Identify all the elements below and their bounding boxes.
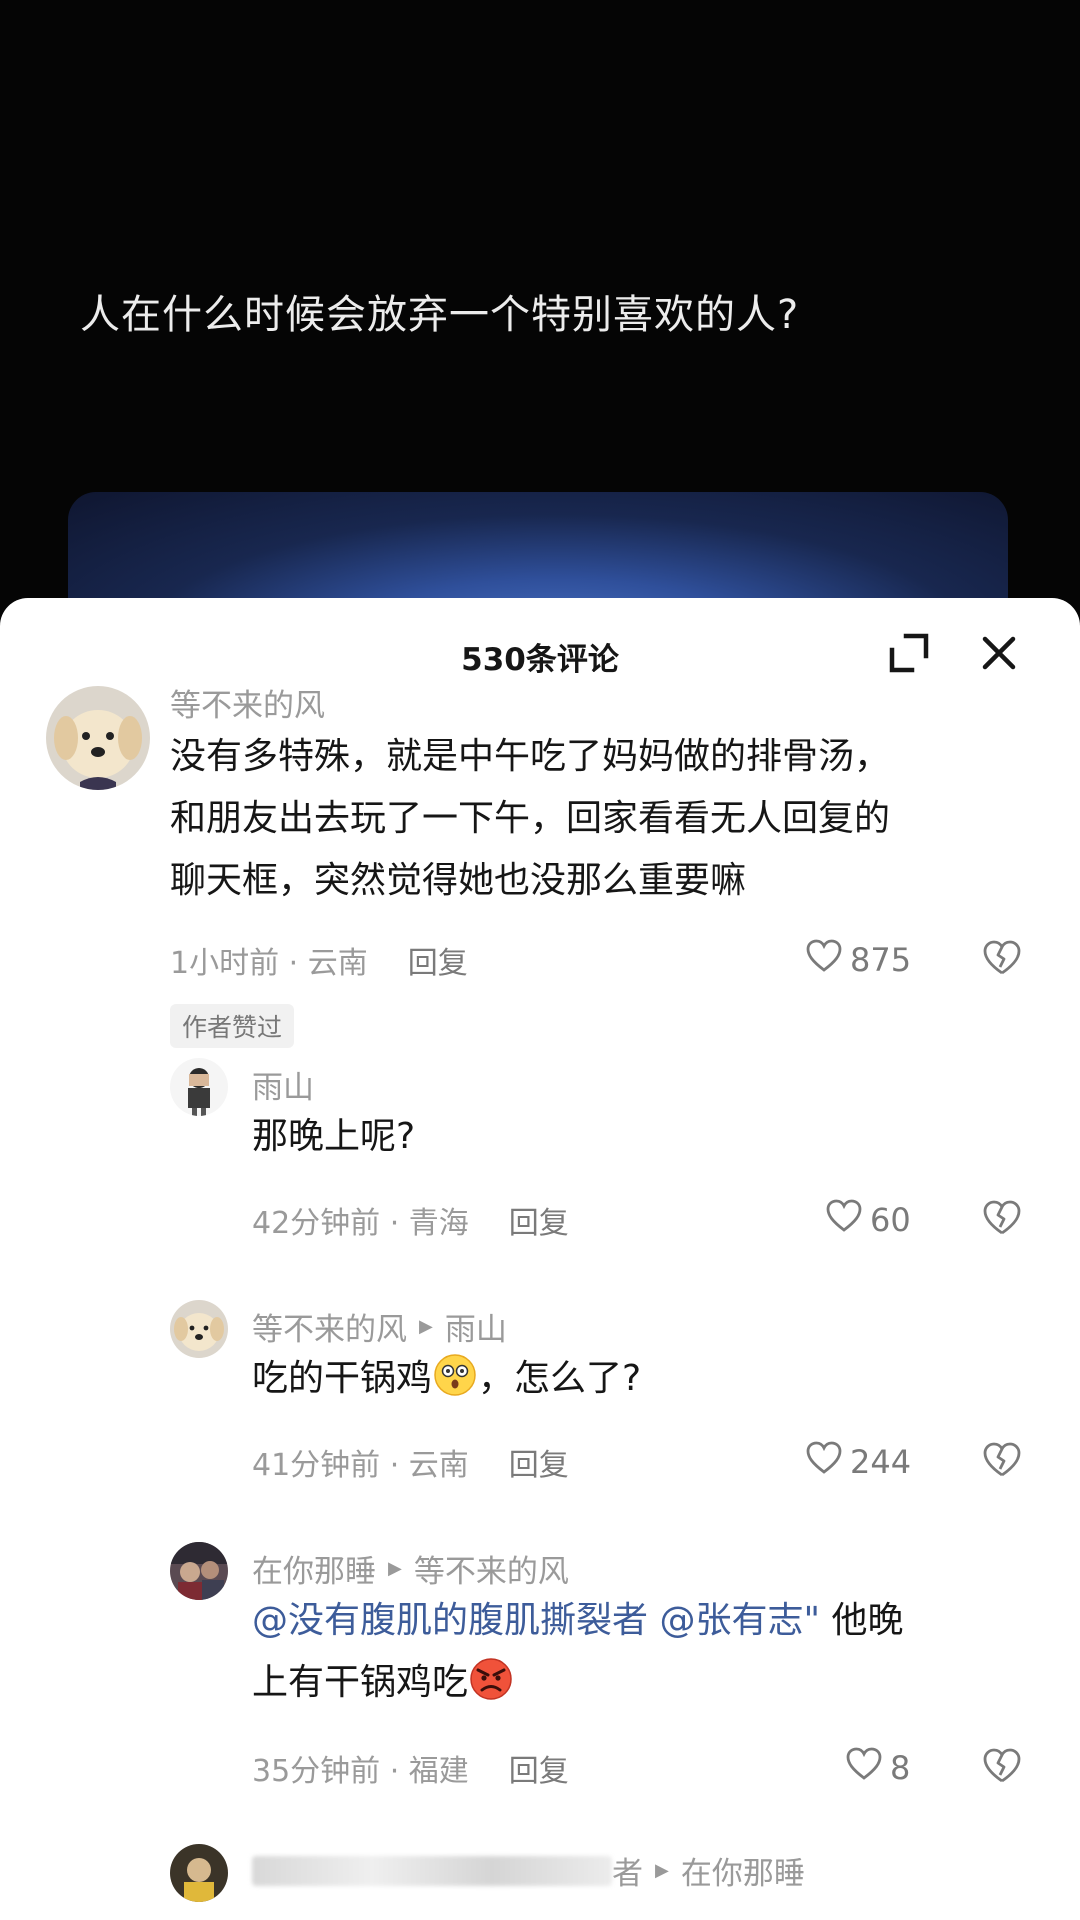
- like-button[interactable]: 875: [804, 936, 911, 984]
- avatar[interactable]: [46, 686, 150, 790]
- like-count: 8: [890, 1749, 911, 1787]
- author-liked-badge: 作者赞过: [170, 1004, 295, 1048]
- video-player[interactable]: 人在什么时候会放弃一个特别喜欢的人?: [0, 0, 1080, 640]
- heart-icon: [844, 1744, 890, 1792]
- like-count: 244: [850, 1443, 912, 1481]
- reply-text-line: 上有干锅鸡吃: [252, 1652, 903, 1714]
- dislike-button[interactable]: [980, 1438, 1024, 1482]
- comment-sheet: 530条评论 等不来的风 没有多特殊，就是中午吃了妈妈做的排骨汤， 和朋友出去玩…: [0, 598, 1080, 1920]
- broken-heart-icon: [980, 1748, 1024, 1792]
- broken-heart-icon: [980, 1200, 1024, 1244]
- avatar[interactable]: [170, 1058, 228, 1116]
- angry-emoji-icon: [468, 1656, 514, 1702]
- broken-heart-icon: [980, 940, 1024, 984]
- reply-meta: 41分钟前 · 云南 回复: [252, 1440, 569, 1484]
- like-button[interactable]: 244: [804, 1438, 911, 1486]
- blurred-username: [252, 1855, 612, 1886]
- mention-link[interactable]: @没有腹肌的腹肌撕裂者: [252, 1600, 648, 1641]
- expand-icon[interactable]: [886, 630, 932, 676]
- heart-icon: [824, 1196, 870, 1244]
- avatar[interactable]: [170, 1844, 228, 1902]
- reply-button[interactable]: 回复: [509, 1754, 569, 1789]
- mention-link[interactable]: @张有志": [659, 1600, 820, 1641]
- like-count: 875: [850, 941, 912, 979]
- video-caption: 人在什么时候会放弃一个特别喜欢的人?: [80, 292, 800, 338]
- comment-text-line: 聊天框，突然觉得她也没那么重要嘛: [170, 860, 747, 901]
- comment-text-line: 和朋友出去玩了一下午，回家看看无人回复的: [170, 798, 891, 839]
- like-button[interactable]: 60: [824, 1196, 911, 1244]
- avatar[interactable]: [170, 1542, 228, 1600]
- close-icon[interactable]: [976, 630, 1022, 676]
- like-button[interactable]: 8: [844, 1744, 910, 1792]
- reply-meta: 42分钟前 · 青海 回复: [252, 1198, 569, 1242]
- reply-button[interactable]: 回复: [408, 946, 468, 981]
- comment-meta: 1小时前 · 云南 回复: [170, 938, 468, 982]
- avatar[interactable]: [170, 1300, 228, 1358]
- reply-author-line: 在你那睡 ▶ 等不来的风: [252, 1546, 569, 1591]
- reply-author[interactable]: 在你那睡: [252, 1546, 376, 1591]
- reply-to-user[interactable]: 雨山: [445, 1304, 507, 1349]
- reply-author[interactable]: 等不来的风: [252, 1304, 407, 1349]
- astonished-emoji-icon: [432, 1352, 478, 1398]
- reply-text: 那晚上呢?: [252, 1116, 416, 1157]
- reply-button[interactable]: 回复: [509, 1206, 569, 1241]
- heart-icon: [804, 1438, 850, 1486]
- reply-arrow-icon: ▶: [388, 1558, 402, 1579]
- reply-text-part: ，怎么了?: [478, 1358, 642, 1399]
- reply-time-location: 41分钟前 · 云南: [252, 1448, 469, 1483]
- reply-text: 吃的干锅鸡 ，怎么了?: [252, 1348, 641, 1410]
- heart-icon: [804, 936, 850, 984]
- reply-button[interactable]: 回复: [509, 1448, 569, 1483]
- comment-text: 没有多特殊，就是中午吃了妈妈做的排骨汤， 和朋友出去玩了一下午，回家看看无人回复…: [170, 726, 890, 912]
- reply-meta: 35分钟前 · 福建 回复: [252, 1746, 569, 1790]
- comment-time-location: 1小时前 · 云南: [170, 946, 368, 981]
- reply-author[interactable]: 者: [612, 1848, 643, 1893]
- reply-text-part: 吃的干锅鸡: [252, 1358, 433, 1399]
- reply-arrow-icon: ▶: [655, 1860, 669, 1881]
- dislike-button[interactable]: [980, 1744, 1024, 1788]
- reply-author-line: 等不来的风 ▶ 雨山: [252, 1304, 507, 1349]
- reply-arrow-icon: ▶: [419, 1316, 433, 1337]
- reply-text-part: 他晚: [820, 1600, 904, 1641]
- reply-to-user[interactable]: 等不来的风: [414, 1546, 569, 1591]
- reply-author[interactable]: 雨山: [252, 1062, 314, 1107]
- reply-time-location: 42分钟前 · 青海: [252, 1206, 469, 1241]
- reply-to-user[interactable]: 在你那睡: [681, 1848, 805, 1893]
- broken-heart-icon: [980, 1442, 1024, 1486]
- reply-author-line: 者 ▶ 在你那睡: [252, 1848, 805, 1893]
- reply-text: @没有腹肌的腹肌撕裂者 @张有志" 他晚 上有干锅鸡吃: [252, 1590, 903, 1714]
- like-count: 60: [870, 1201, 911, 1239]
- reply-time-location: 35分钟前 · 福建: [252, 1754, 469, 1789]
- dislike-button[interactable]: [980, 1196, 1024, 1240]
- sheet-header: 530条评论: [0, 598, 1080, 710]
- dislike-button[interactable]: [980, 936, 1024, 980]
- reply-text-part: 上有干锅鸡吃: [252, 1662, 469, 1703]
- comment-text-line: 没有多特殊，就是中午吃了妈妈做的排骨汤，: [170, 736, 891, 777]
- reply-text-line: @没有腹肌的腹肌撕裂者 @张有志" 他晚: [252, 1590, 903, 1652]
- comment-author[interactable]: 等不来的风: [170, 680, 325, 725]
